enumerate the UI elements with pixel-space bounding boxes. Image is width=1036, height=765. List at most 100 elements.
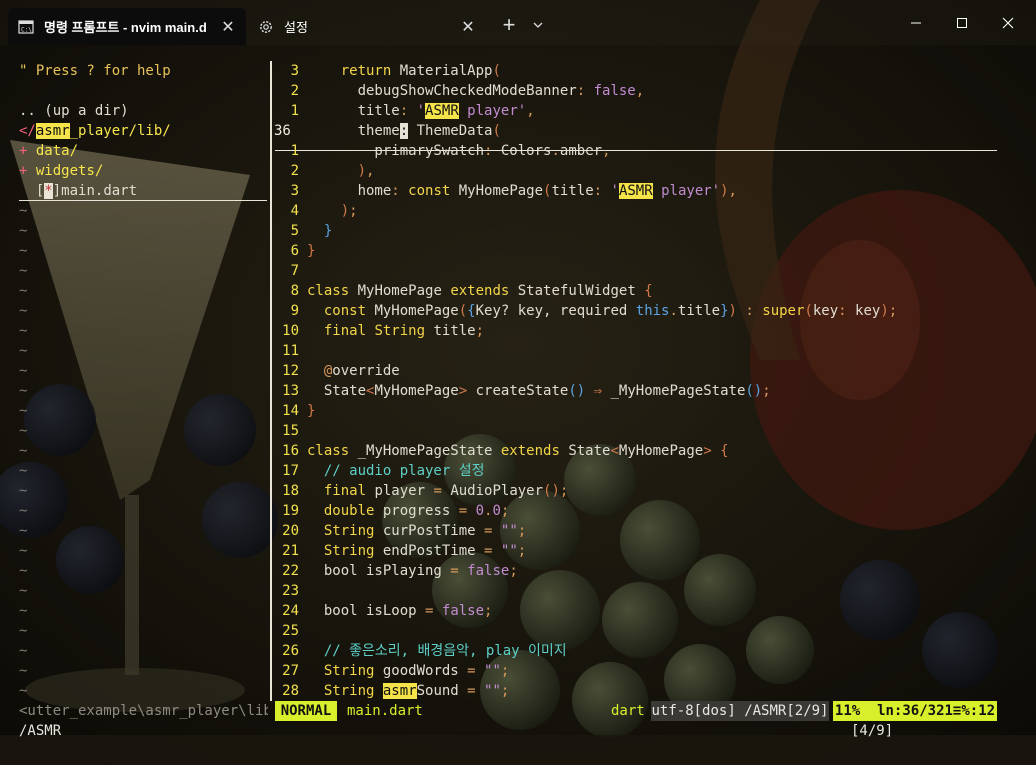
- code-token: "": [500, 523, 518, 539]
- code-line[interactable]: 24 bool isLoop = false;: [275, 601, 997, 621]
- empty-line-marker: ~: [19, 363, 28, 379]
- line-number: 26: [282, 643, 299, 659]
- tree-statusline: <utter_example\asmr_player\lib: [19, 703, 268, 719]
- tree-root-prefix: </: [19, 123, 36, 139]
- title-bar: C:\ 명령 프롬프트 - nvim main.d ✕ 설정 ✕ +: [0, 0, 1036, 45]
- tree-entry-name: data/: [35, 143, 79, 159]
- line-number: 7: [290, 263, 299, 279]
- empty-line-marker: ~: [19, 683, 28, 699]
- code-line[interactable]: 18 final player = AudioPlayer();: [275, 481, 997, 501]
- code-line[interactable]: 1 primarySwatch: Colors.amber,: [275, 141, 997, 161]
- tree-current-file[interactable]: [*]main.dart: [19, 181, 267, 201]
- line-number: 13: [282, 383, 299, 399]
- code-token: ;: [888, 303, 898, 319]
- code-line[interactable]: 25: [275, 621, 997, 641]
- line-number: 2: [290, 83, 299, 99]
- close-icon: [1002, 17, 1014, 28]
- code-text: return MaterialApp(: [307, 61, 501, 81]
- tab-settings[interactable]: 설정 ✕: [248, 8, 486, 45]
- code-line[interactable]: 13 State<MyHomePage> createState() ⇒ _My…: [275, 381, 997, 401]
- code-token: // audio player 설정: [323, 463, 485, 479]
- code-line[interactable]: 27 String goodWords = "";: [275, 661, 997, 681]
- maximize-button[interactable]: [939, 0, 985, 45]
- tab-command-prompt[interactable]: C:\ 명령 프롬프트 - nvim main.d ✕: [8, 8, 246, 45]
- code-token: theme: [307, 123, 400, 139]
- line-number: 11: [282, 343, 299, 359]
- code-token: ;: [484, 603, 493, 619]
- tab-close-icon[interactable]: ✕: [220, 19, 236, 36]
- line-number: 1: [290, 103, 299, 119]
- tree-root-path: _player/lib/: [69, 123, 171, 139]
- code-line[interactable]: 4 );: [275, 201, 997, 221]
- line-number: 25: [282, 623, 299, 639]
- code-line[interactable]: 3 home: const MyHomePage(title: 'ASMR pl…: [275, 181, 997, 201]
- code-line[interactable]: 1 title: 'ASMR player',: [275, 101, 997, 121]
- code-line[interactable]: 26 // 좋은소리, 배경음악, play 이미지: [275, 641, 997, 661]
- code-text: theme: ThemeData(: [307, 121, 501, 141]
- code-line[interactable]: 5 }: [275, 221, 997, 241]
- code-line[interactable]: 17 // audio player 설정: [275, 461, 997, 481]
- code-token: =: [433, 483, 442, 499]
- tree-file-name: main.dart: [61, 183, 138, 199]
- tree-entry-widgets[interactable]: + widgets/: [19, 161, 103, 181]
- minimize-icon: [911, 22, 921, 23]
- line-number: 8: [290, 283, 299, 299]
- code-line[interactable]: 23: [275, 581, 997, 601]
- tree-up-dir[interactable]: .. (up a dir): [19, 101, 129, 121]
- code-line[interactable]: 7: [275, 261, 997, 281]
- code-line[interactable]: 20 String curPostTime = "";: [275, 521, 997, 541]
- tree-root[interactable]: </asmr_player/lib/: [19, 121, 171, 141]
- code-line[interactable]: 6}: [275, 241, 997, 261]
- code-token: {: [720, 443, 729, 459]
- code-token: MyHomePage: [349, 283, 451, 299]
- command-line[interactable]: /ASMR: [19, 721, 61, 741]
- code-line[interactable]: 15: [275, 421, 997, 441]
- code-line[interactable]: 11: [275, 341, 997, 361]
- code-line[interactable]: 12 @override: [275, 361, 997, 381]
- code-token: player': [652, 183, 721, 199]
- code-token: player: [366, 483, 434, 499]
- tab-dropdown-button[interactable]: [527, 10, 549, 40]
- bracket: ]: [52, 183, 62, 199]
- code-line[interactable]: 14}: [275, 401, 997, 421]
- code-line[interactable]: 22 bool isPlaying = false;: [275, 561, 997, 581]
- new-tab-button[interactable]: +: [495, 10, 523, 40]
- code-token: ;: [475, 323, 485, 339]
- empty-line-marker: ~: [19, 503, 28, 519]
- tree-entry-data[interactable]: + data/: [19, 141, 78, 161]
- line-number: 6: [290, 243, 299, 259]
- minimize-button[interactable]: [893, 0, 939, 45]
- terminal[interactable]: " Press ? for help .. (up a dir) </asmr_…: [0, 45, 1036, 765]
- code-text: }: [307, 221, 332, 241]
- code-line[interactable]: 19 double progress = 0.0;: [275, 501, 997, 521]
- code-text: String endPostTime = "";: [307, 541, 526, 561]
- code-token: Key? key, required: [475, 303, 636, 319]
- code-token: String: [323, 663, 375, 679]
- tab-label: 명령 프롬프트 - nvim main.d: [44, 20, 207, 35]
- code-line[interactable]: 3 return MaterialApp(: [275, 61, 997, 81]
- tab-close-icon[interactable]: ✕: [460, 19, 476, 36]
- code-line[interactable]: 16 class _MyHomePageState extends State<M…: [275, 441, 997, 461]
- code-line[interactable]: 2 debugShowCheckedModeBanner: false,: [275, 81, 997, 101]
- code-line[interactable]: 21 String endPostTime = "";: [275, 541, 997, 561]
- code-line[interactable]: 10 final String title;: [275, 321, 997, 341]
- code-line[interactable]: 36 theme: ThemeData(: [274, 121, 997, 141]
- code-line[interactable]: 2 ),: [275, 161, 997, 181]
- code-line[interactable]: 8 class MyHomePage extends StatefulWidget…: [275, 281, 997, 301]
- code-token: title: [425, 323, 476, 339]
- close-window-button[interactable]: [985, 0, 1031, 45]
- code-token: title: [307, 103, 400, 119]
- code-token: ): [728, 303, 737, 319]
- code-token: debugShowCheckedModeBanner: [307, 83, 577, 99]
- empty-line-marker: ~: [19, 423, 28, 439]
- code-line[interactable]: 9 const MyHomePage({Key? key, required t…: [275, 301, 997, 321]
- code-token: ,: [366, 163, 375, 179]
- code-text: bool isPlaying = false;: [307, 561, 518, 581]
- code-line[interactable]: 28 String asmrSound = "";: [275, 681, 997, 701]
- code-token: createState: [467, 383, 569, 399]
